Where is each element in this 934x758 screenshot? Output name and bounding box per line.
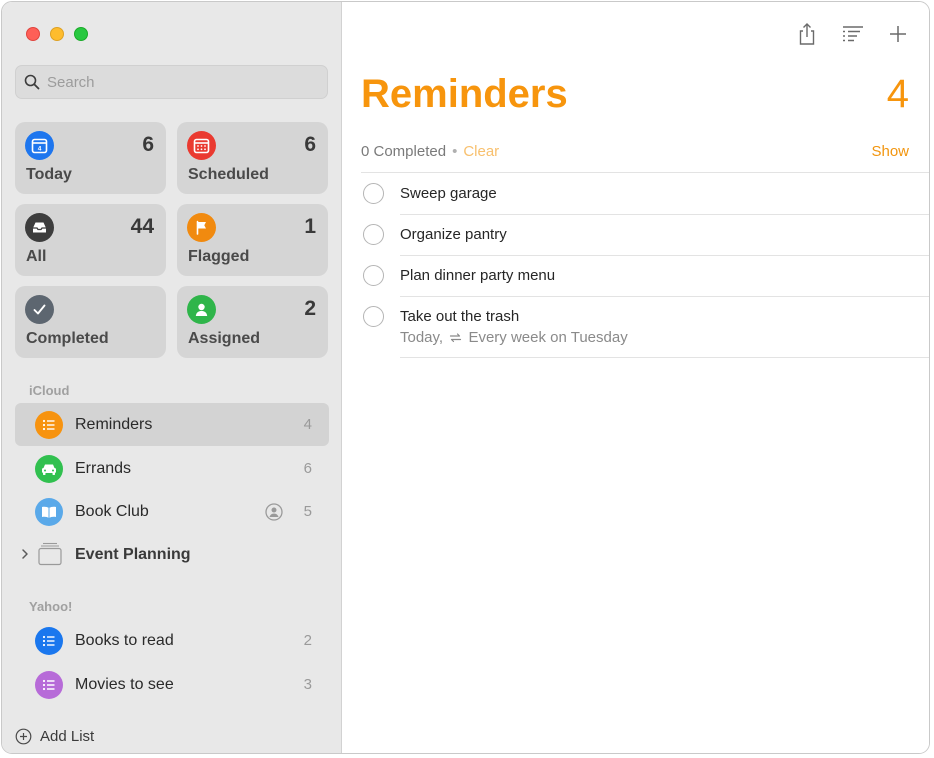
- add-list-label: Add List: [40, 728, 95, 745]
- reminder-checkbox[interactable]: [363, 224, 384, 245]
- search-input[interactable]: [47, 73, 307, 91]
- smart-list-all[interactable]: 44 All: [15, 204, 166, 276]
- checkmark-icon: [25, 295, 54, 324]
- completed-count-text: 0 Completed: [361, 143, 447, 160]
- show-completed-button[interactable]: Show: [871, 143, 909, 160]
- share-icon[interactable]: [796, 22, 818, 46]
- search-field[interactable]: [15, 65, 328, 99]
- sidebar: 4 6 Today 6 Scheduled: [2, 2, 342, 753]
- list-count: 4: [303, 416, 312, 433]
- svg-text:4: 4: [38, 146, 42, 153]
- smart-list-label: All: [26, 248, 47, 265]
- reminder-title[interactable]: Sweep garage: [400, 185, 497, 202]
- shared-person-icon: [265, 503, 283, 521]
- smart-list-count: 2: [304, 297, 316, 320]
- list-title: Reminders: [361, 72, 568, 116]
- reminder-row[interactable]: Sweep garage: [342, 173, 929, 214]
- reminder-row[interactable]: Plan dinner party menu: [342, 256, 929, 296]
- list-item-reminders[interactable]: Reminders 4: [15, 403, 329, 446]
- reminder-row[interactable]: Organize pantry: [342, 215, 929, 255]
- app-window: 4 6 Today 6 Scheduled: [1, 1, 930, 754]
- add-reminder-icon[interactable]: [888, 24, 908, 44]
- list-bullet-icon: [35, 626, 63, 655]
- smart-list-label: Assigned: [188, 330, 261, 347]
- list-name: Movies to see: [75, 675, 174, 693]
- reminder-due-info: Today, Every week on Tuesday: [400, 329, 628, 346]
- list-total-count: 4: [886, 72, 909, 116]
- book-icon: [35, 497, 63, 526]
- reminders-pane: Reminders 4 0 Completed • Clear Show Sweep…: [342, 2, 929, 753]
- completed-summary: 0 Completed • Clear: [361, 143, 499, 160]
- reminder-due-date: Today,: [400, 329, 444, 346]
- calendar-scheduled-icon: [187, 131, 216, 160]
- smart-list-scheduled[interactable]: 6 Scheduled: [177, 122, 328, 194]
- list-group-event-planning[interactable]: Event Planning: [15, 534, 329, 577]
- list-item-book-club[interactable]: Book Club 5: [15, 490, 329, 533]
- chevron-right-icon[interactable]: [20, 547, 30, 561]
- minimize-window-button[interactable]: [50, 27, 64, 41]
- list-name: Book Club: [75, 502, 149, 520]
- list-name: Reminders: [75, 415, 153, 433]
- list-item-movies-to-see[interactable]: Movies to see 3: [15, 663, 329, 706]
- smart-list-count: 6: [304, 133, 316, 156]
- smart-list-count: 44: [130, 215, 154, 238]
- smart-list-flagged[interactable]: 1 Flagged: [177, 204, 328, 276]
- list-count: 3: [303, 676, 312, 693]
- list-count: 5: [303, 503, 312, 520]
- list-count: 6: [303, 460, 312, 477]
- smart-list-count: 6: [142, 133, 154, 156]
- reminder-repeat-text: Every week on Tuesday: [468, 329, 628, 346]
- tray-icon: [25, 213, 54, 242]
- repeat-icon: [450, 333, 462, 343]
- car-icon: [35, 454, 63, 483]
- zoom-window-button[interactable]: [74, 27, 88, 41]
- section-header-yahoo: Yahoo!: [29, 599, 73, 614]
- reminder-checkbox[interactable]: [363, 265, 384, 286]
- smart-list-assigned[interactable]: 2 Assigned: [177, 286, 328, 358]
- divider: [400, 357, 929, 358]
- list-bullet-icon: [35, 410, 63, 439]
- list-name: Books to read: [75, 631, 174, 649]
- smart-list-completed[interactable]: Completed: [15, 286, 166, 358]
- list-item-books-to-read[interactable]: Books to read 2: [15, 619, 329, 662]
- clear-completed-button[interactable]: Clear: [463, 143, 499, 160]
- smart-list-label: Today: [26, 166, 72, 183]
- smart-list-label: Scheduled: [188, 166, 269, 183]
- reminder-title[interactable]: Take out the trash: [400, 308, 519, 325]
- plus-circle-icon: [15, 728, 32, 745]
- reminder-checkbox[interactable]: [363, 306, 384, 327]
- list-name: Errands: [75, 459, 132, 477]
- reminder-row[interactable]: Take out the trash Today, Every week on …: [342, 297, 929, 357]
- list-bullet-icon: [35, 670, 63, 699]
- list-count: 2: [303, 632, 312, 649]
- smart-list-label: Flagged: [188, 248, 250, 265]
- search-icon: [24, 74, 40, 90]
- calendar-today-icon: 4: [25, 131, 54, 160]
- separator-dot: •: [452, 143, 458, 160]
- reminder-title[interactable]: Plan dinner party menu: [400, 267, 555, 284]
- list-item-errands[interactable]: Errands 6: [15, 447, 329, 490]
- list-group-name: Event Planning: [75, 546, 191, 563]
- reminder-checkbox[interactable]: [363, 183, 384, 204]
- add-list-button[interactable]: Add List: [15, 728, 94, 745]
- smart-list-today[interactable]: 4 6 Today: [15, 122, 166, 194]
- flag-icon: [187, 213, 216, 242]
- person-icon: [187, 295, 216, 324]
- close-window-button[interactable]: [26, 27, 40, 41]
- reminder-title[interactable]: Organize pantry: [400, 226, 507, 243]
- list-format-icon[interactable]: [841, 24, 865, 44]
- list-group-stack-icon: [38, 542, 62, 566]
- section-header-icloud: iCloud: [29, 383, 70, 398]
- smart-list-count: 1: [304, 215, 316, 238]
- smart-list-label: Completed: [26, 330, 109, 347]
